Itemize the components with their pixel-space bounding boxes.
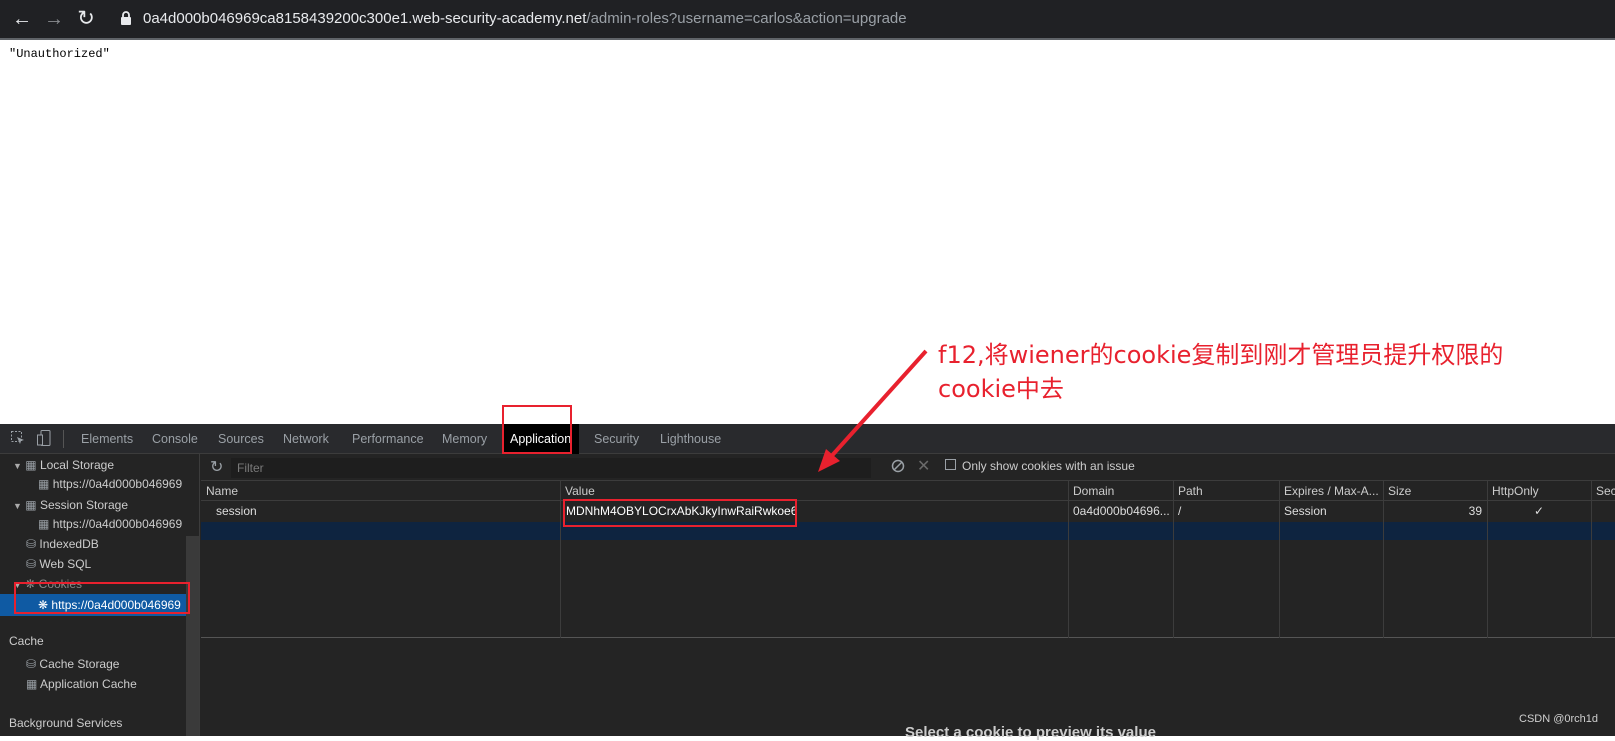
column-header-size[interactable]: Size: [1383, 481, 1487, 501]
column-header-expires[interactable]: Expires / Max-A...: [1279, 481, 1383, 501]
refresh-icon[interactable]: ↻: [210, 459, 223, 477]
sidebar-label: IndexedDB: [39, 537, 99, 551]
sidebar-item-application-cache[interactable]: ▦ Application Cache: [26, 674, 137, 694]
device-toolbar-icon[interactable]: [37, 430, 51, 446]
cookie-name-cell[interactable]: session: [216, 501, 546, 521]
filter-input[interactable]: Filter: [231, 458, 871, 478]
grid-icon: ▦: [25, 498, 37, 512]
expand-triangle-icon[interactable]: ▼: [13, 501, 22, 511]
column-divider: [1173, 481, 1174, 638]
cookie-size-cell[interactable]: 39: [1383, 501, 1482, 521]
annotation-text: f12,将wiener的cookie复制到刚才管理员提升权限的cookie中去: [938, 341, 1504, 403]
grid-icon: ▦: [38, 517, 50, 531]
watermark: CSDN @0rch1d: [1519, 713, 1599, 725]
url-host: 0a4d000b046969ca8158439200c300e1.web-sec…: [143, 10, 587, 27]
tab-sources[interactable]: Sources: [218, 424, 264, 454]
tab-lighthouse[interactable]: Lighthouse: [660, 424, 721, 454]
delete-selected-icon[interactable]: ✕: [917, 456, 930, 476]
column-header-name[interactable]: Name: [201, 481, 560, 501]
database-icon: ⛁: [26, 557, 37, 571]
column-header-path[interactable]: Path: [1173, 481, 1279, 501]
column-divider: [1068, 481, 1069, 638]
reload-button[interactable]: ↻: [73, 6, 99, 32]
sidebar-scrollbar[interactable]: [186, 536, 199, 736]
cookie-path-cell[interactable]: /: [1178, 501, 1274, 521]
empty-selected-row[interactable]: [201, 522, 1615, 540]
cookie-preview-pane: [201, 638, 1615, 736]
only-issues-label: Only show cookies with an issue: [962, 459, 1135, 473]
sidebar-label: Application Cache: [40, 677, 137, 691]
tab-network[interactable]: Network: [283, 424, 329, 454]
cookies-origin-highlight: [14, 582, 190, 614]
column-divider: [1591, 481, 1592, 638]
clear-all-icon[interactable]: [891, 459, 905, 473]
column-header-value[interactable]: Value: [560, 481, 1068, 501]
sidebar-item-local-storage[interactable]: ▼ ▦ Local Storage: [13, 455, 114, 475]
back-button[interactable]: ←: [9, 6, 35, 32]
column-header-secure[interactable]: Sec: [1591, 481, 1615, 501]
database-icon: ⛁: [26, 657, 37, 671]
sidebar-label: Local Storage: [39, 458, 115, 472]
cookie-value-highlight: [563, 499, 797, 527]
grid-icon: ▦: [38, 477, 50, 491]
sidebar-item-session-storage[interactable]: ▼ ▦ Session Storage: [13, 495, 128, 515]
page-body-text: "Unauthorized": [9, 47, 110, 61]
tab-elements[interactable]: Elements: [81, 424, 133, 454]
sidebar-item-websql[interactable]: ⛁ Web SQL: [26, 554, 91, 574]
sidebar-section-cache: Cache: [9, 634, 44, 648]
sidebar-item-cache-storage[interactable]: ⛁ Cache Storage: [26, 654, 119, 674]
sidebar-item-session-storage-origin[interactable]: ▦ https://0a4d000b046969: [38, 514, 182, 534]
expand-triangle-icon[interactable]: ▼: [13, 461, 22, 471]
column-divider: [560, 481, 561, 638]
cookie-expires-cell[interactable]: Session: [1284, 501, 1380, 521]
cookie-domain-cell[interactable]: 0a4d000b04696...: [1073, 501, 1169, 521]
forward-button[interactable]: →: [41, 6, 67, 32]
tab-separator: [63, 430, 64, 448]
sidebar-item-indexeddb[interactable]: ⛁ IndexedDB: [26, 534, 99, 554]
sidebar-label: https://0a4d000b046969: [52, 517, 183, 531]
tab-performance[interactable]: Performance: [352, 424, 424, 454]
database-icon: ⛁: [26, 537, 37, 551]
grid-icon: ▦: [25, 458, 37, 472]
address-bar[interactable]: 0a4d000b046969ca8158439200c300e1.web-sec…: [143, 10, 907, 28]
column-divider: [1279, 481, 1280, 638]
lock-icon[interactable]: [120, 10, 132, 26]
column-header-httponly[interactable]: HttpOnly: [1487, 481, 1591, 501]
sidebar-label: Session Storage: [39, 498, 129, 512]
inspect-element-icon[interactable]: [11, 431, 25, 445]
tab-console[interactable]: Console: [152, 424, 198, 454]
toolbar-divider: [0, 38, 1615, 40]
column-header-domain[interactable]: Domain: [1068, 481, 1173, 501]
application-tab-highlight: [502, 405, 572, 454]
sidebar-item-local-storage-origin[interactable]: ▦ https://0a4d000b046969: [38, 474, 182, 494]
only-issues-checkbox[interactable]: [945, 459, 956, 470]
tab-security[interactable]: Security: [594, 424, 639, 454]
grid-icon: ▦: [26, 677, 38, 691]
sidebar-label: https://0a4d000b046969: [52, 477, 183, 491]
sidebar-label: Cache Storage: [39, 657, 120, 671]
preview-hint-text: Select a cookie to preview its value: [905, 724, 1156, 741]
sidebar-label: Web SQL: [39, 557, 92, 571]
tab-memory[interactable]: Memory: [442, 424, 487, 454]
sidebar-section-background-services: Background Services: [9, 716, 123, 730]
url-path: /admin-roles?username=carlos&action=upgr…: [586, 10, 907, 27]
cookie-httponly-cell[interactable]: ✓: [1487, 501, 1591, 521]
